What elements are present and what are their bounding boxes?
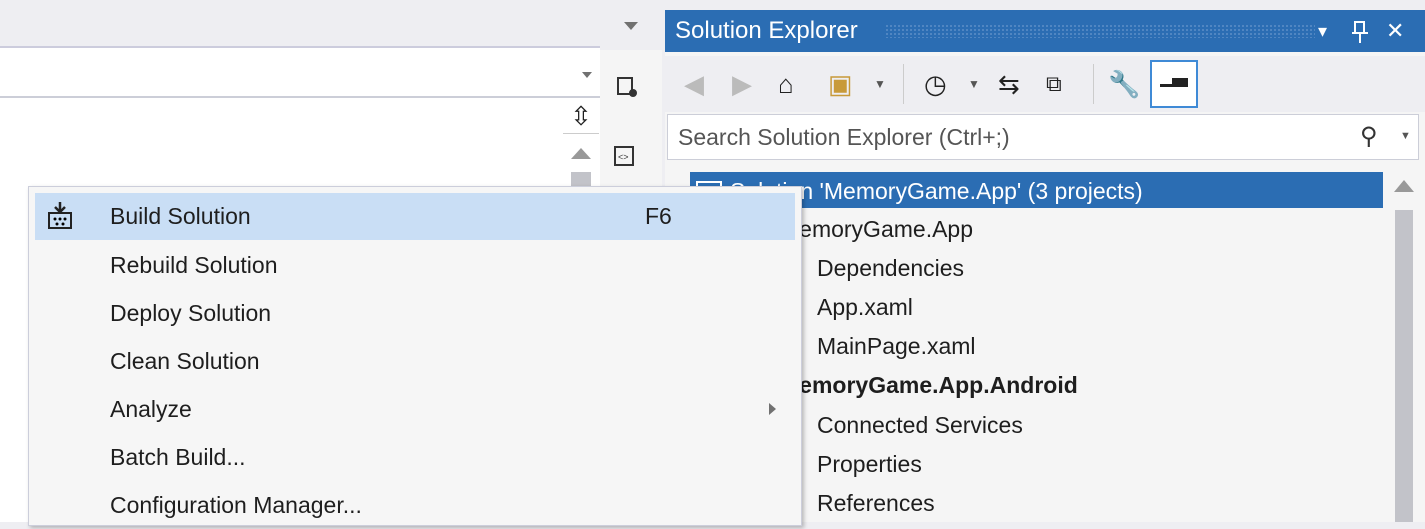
search-input[interactable]: Search Solution Explorer (Ctrl+;) xyxy=(667,114,1419,160)
scrollbar-thumb[interactable] xyxy=(1395,210,1413,522)
tree-item[interactable]: Dependencies xyxy=(817,249,964,287)
chevron-down-icon[interactable]: ▼ xyxy=(874,68,886,100)
menu-item-label: Build Solution xyxy=(110,203,251,229)
menu-item-build-solution[interactable]: Build Solution F6 xyxy=(35,193,795,240)
switch-views-icon[interactable]: ▣ xyxy=(828,68,853,100)
scroll-up-icon[interactable] xyxy=(1394,180,1414,192)
chevron-down-icon[interactable]: ▼ xyxy=(968,68,980,100)
menu-item-shortcut: F6 xyxy=(645,203,672,229)
home-icon[interactable]: ⌂ xyxy=(778,68,794,100)
menu-item-label: Analyze xyxy=(110,396,192,422)
menu-item-deploy-solution[interactable]: Deploy Solution xyxy=(35,290,795,337)
menu-item-analyze[interactable]: Analyze xyxy=(35,386,795,433)
toolbar-separator xyxy=(1093,64,1094,104)
menu-item-rebuild-solution[interactable]: Rebuild Solution xyxy=(35,242,795,289)
search-options-icon[interactable]: ▼ xyxy=(1400,130,1411,142)
properties-wrench-icon[interactable]: 🔧 xyxy=(1108,68,1140,100)
tree-item-project[interactable]: MemoryGame.App.Android xyxy=(780,366,1078,404)
document-tab-bar xyxy=(0,0,660,46)
build-solution-icon xyxy=(48,202,72,229)
menu-item-clean-solution[interactable]: Clean Solution xyxy=(35,338,795,385)
svg-text:<>: <> xyxy=(618,152,629,162)
tree-item[interactable]: References xyxy=(817,484,935,522)
navigation-combobox[interactable] xyxy=(0,50,600,98)
collapse-all-icon[interactable]: ⧉ xyxy=(1046,68,1062,100)
pending-changes-filter-icon[interactable]: ◷ xyxy=(924,68,947,100)
tree-item[interactable]: Connected Services xyxy=(817,406,1023,444)
tree-item[interactable]: MainPage.xaml xyxy=(817,327,976,365)
menu-item-batch-build[interactable]: Batch Build... xyxy=(35,434,795,481)
menu-item-label: Deploy Solution xyxy=(110,300,272,326)
close-icon[interactable]: ✕ xyxy=(1386,10,1404,52)
xaml-view-icon[interactable]: <> xyxy=(611,145,637,172)
search-icon[interactable]: ⚲ xyxy=(1360,122,1378,151)
submenu-arrow-icon xyxy=(769,403,776,415)
sync-icon[interactable]: ⇆ xyxy=(998,68,1020,100)
tab-dropdown-icon[interactable] xyxy=(624,22,638,30)
pin-icon[interactable] xyxy=(1352,10,1368,52)
preview-selected-icon[interactable] xyxy=(1150,60,1198,108)
window-position-dropdown-icon[interactable]: ▾ xyxy=(1318,10,1327,52)
menu-item-label: Batch Build... xyxy=(110,444,246,470)
back-icon[interactable]: ◀ xyxy=(684,68,704,100)
scroll-up-icon[interactable] xyxy=(571,148,591,159)
design-view-icon[interactable] xyxy=(614,76,640,103)
toolbar-separator xyxy=(903,64,904,104)
menu-item-label: Clean Solution xyxy=(110,348,260,374)
chevron-down-icon[interactable] xyxy=(582,72,592,78)
build-menu: Build Solution F6 Rebuild Solution Deplo… xyxy=(28,186,802,526)
title-grip[interactable] xyxy=(885,24,1315,38)
tree-item[interactable]: App.xaml xyxy=(817,288,913,326)
menu-item-label: Rebuild Solution xyxy=(110,252,278,278)
tree-item[interactable]: Properties xyxy=(817,445,922,483)
tree-item-project[interactable]: MemoryGame.App xyxy=(780,210,973,248)
forward-icon[interactable]: ▶ xyxy=(732,68,752,100)
split-view-icon[interactable]: ⇳ xyxy=(563,98,599,134)
